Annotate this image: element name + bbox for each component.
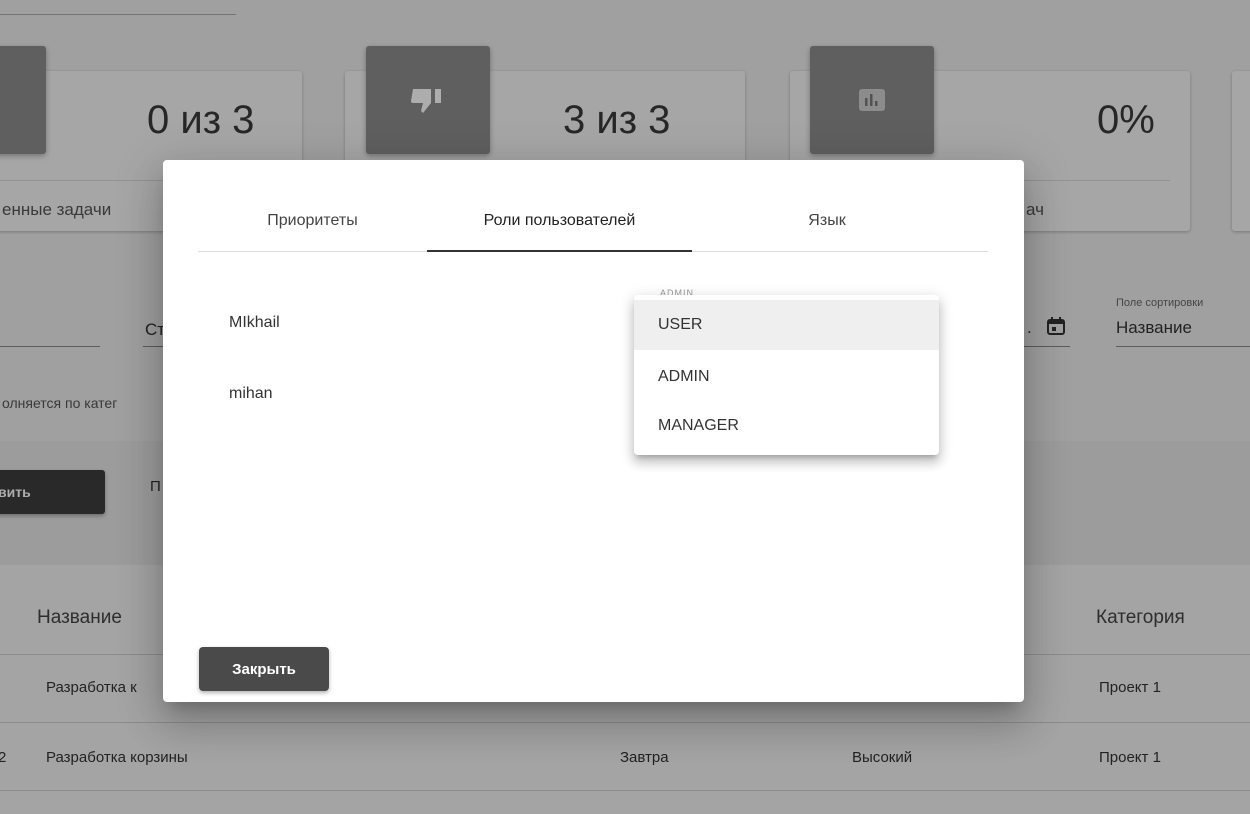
user-name: mihan <box>229 385 273 402</box>
active-tab-indicator <box>427 250 692 252</box>
settings-tabs: Приоритеты Роли пользователей Язык <box>198 190 988 252</box>
role-option-admin[interactable]: ADMIN <box>634 352 939 402</box>
tab-language[interactable]: Язык <box>692 190 962 251</box>
tab-user-roles-label: Роли пользователей <box>483 211 636 229</box>
tab-priorities[interactable]: Приоритеты <box>198 190 427 251</box>
role-option-user[interactable]: USER <box>634 300 939 350</box>
tab-user-roles[interactable]: Роли пользователей <box>427 190 692 252</box>
close-button[interactable]: Закрыть <box>199 647 329 691</box>
user-name: MIkhail <box>229 314 280 331</box>
role-dropdown-menu: USER ADMIN MANAGER <box>634 295 939 455</box>
role-option-manager[interactable]: MANAGER <box>634 401 939 451</box>
